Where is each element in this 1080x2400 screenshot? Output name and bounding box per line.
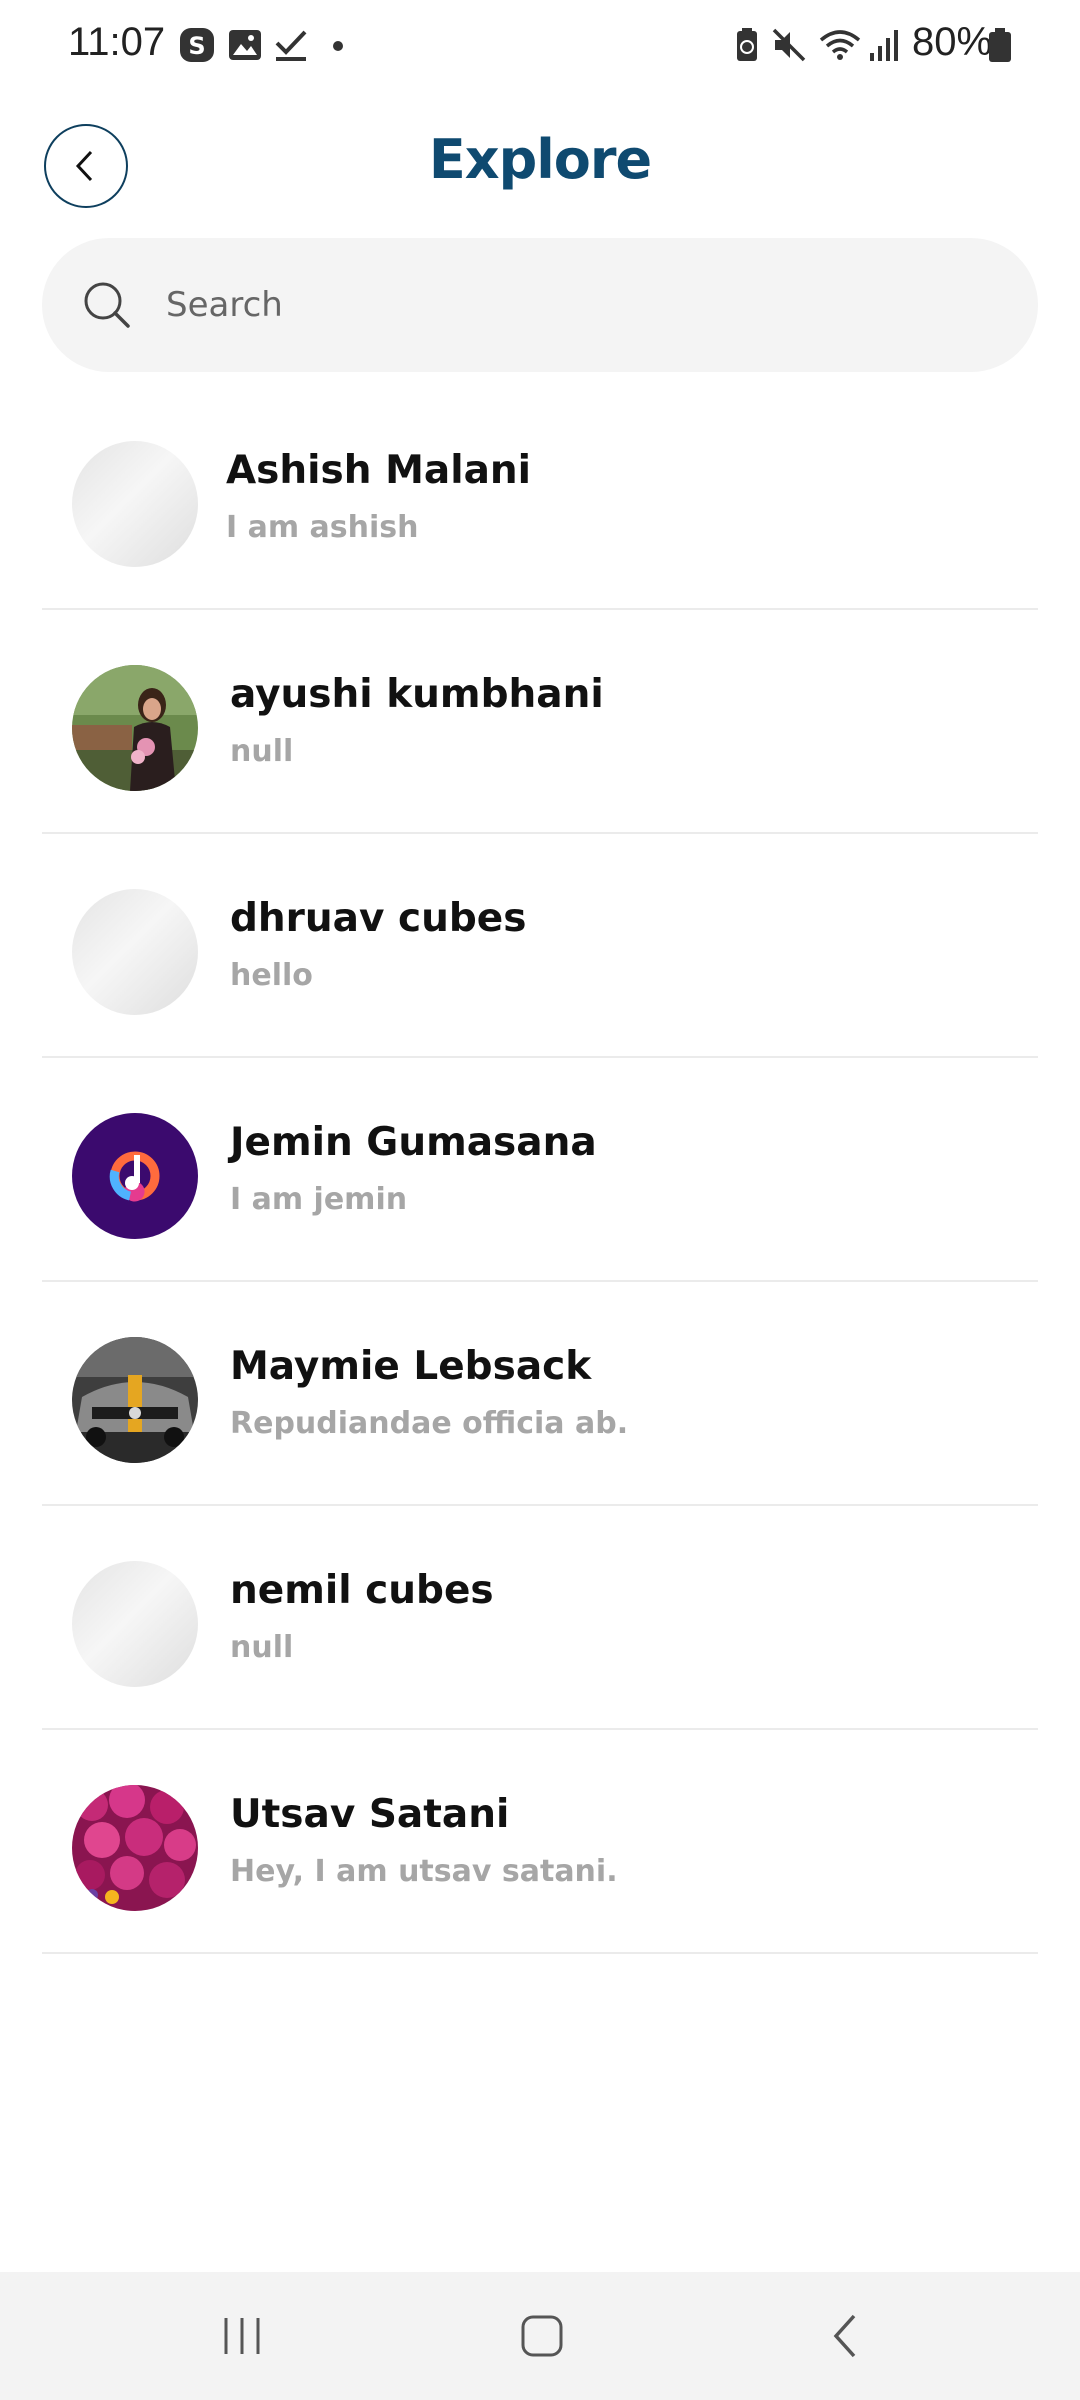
user-status: null [230,734,294,769]
system-nav-bar [0,2272,1080,2400]
search-icon [84,282,130,328]
user-status: null [230,1630,294,1665]
avatar [72,1785,198,1911]
back-icon[interactable] [816,2306,876,2366]
check-icon [275,30,307,61]
photo-car-image [72,1337,198,1463]
user-status: Repudiandae officia ab. [230,1406,629,1441]
avatar [72,441,198,567]
page-title: Explore [428,128,652,191]
dot-icon [333,41,343,51]
battery-saver-icon [737,28,757,61]
avatar [72,665,198,791]
avatar [72,1337,198,1463]
photo-girl-flowers-image [72,665,198,791]
svg-text:S: S [188,32,205,60]
user-status: hello [230,958,313,993]
user-status: I am ashish [226,510,419,545]
s-app-icon: S [180,28,214,62]
user-status: Hey, I am utsav satani. [230,1854,618,1889]
recents-icon[interactable] [212,2306,272,2366]
list-item[interactable]: Utsav Satani Hey, I am utsav satani. [42,1730,1038,1954]
user-name: ayushi kumbhani [230,672,604,717]
list-item[interactable]: dhruav cubes hello [42,834,1038,1058]
user-name: Maymie Lebsack [230,1344,592,1389]
signal-icon [870,30,898,61]
list-item[interactable]: Maymie Lebsack Repudiandae officia ab. [42,1282,1038,1506]
list-item[interactable]: nemil cubes null [42,1506,1038,1730]
user-list: Ashish Malani I am ashish ayushi kumbhan… [42,386,1038,1954]
explore-screen: 11:07 S 80% Explore Search Ashish Malani… [0,0,1080,2400]
photo-pink-flowers-image [72,1785,198,1911]
battery-percentage: 80% [912,20,993,64]
user-name: Ashish Malani [226,448,532,493]
avatar [72,1561,198,1687]
battery-icon [989,28,1011,62]
status-time: 11:07 [68,20,166,64]
gallery-icon [229,30,261,60]
home-icon[interactable] [512,2306,572,2366]
search-input[interactable] [166,272,986,338]
avatar [72,889,198,1015]
status-bar: 11:07 S 80% [0,0,1080,92]
user-name: dhruav cubes [230,896,527,941]
user-name: Utsav Satani [230,1792,510,1837]
user-name: nemil cubes [230,1568,494,1613]
music-app-logo-icon [72,1113,198,1239]
list-item[interactable]: ayushi kumbhani null [42,610,1038,834]
avatar [72,1113,198,1239]
wifi-icon [819,30,861,60]
user-name: Jemin Gumasana [230,1120,597,1165]
list-item[interactable]: Jemin Gumasana I am jemin [42,1058,1038,1282]
list-item[interactable]: Ashish Malani I am ashish [42,386,1038,610]
mute-icon [772,28,806,62]
search-bar[interactable] [42,238,1038,372]
user-status: I am jemin [230,1182,408,1217]
